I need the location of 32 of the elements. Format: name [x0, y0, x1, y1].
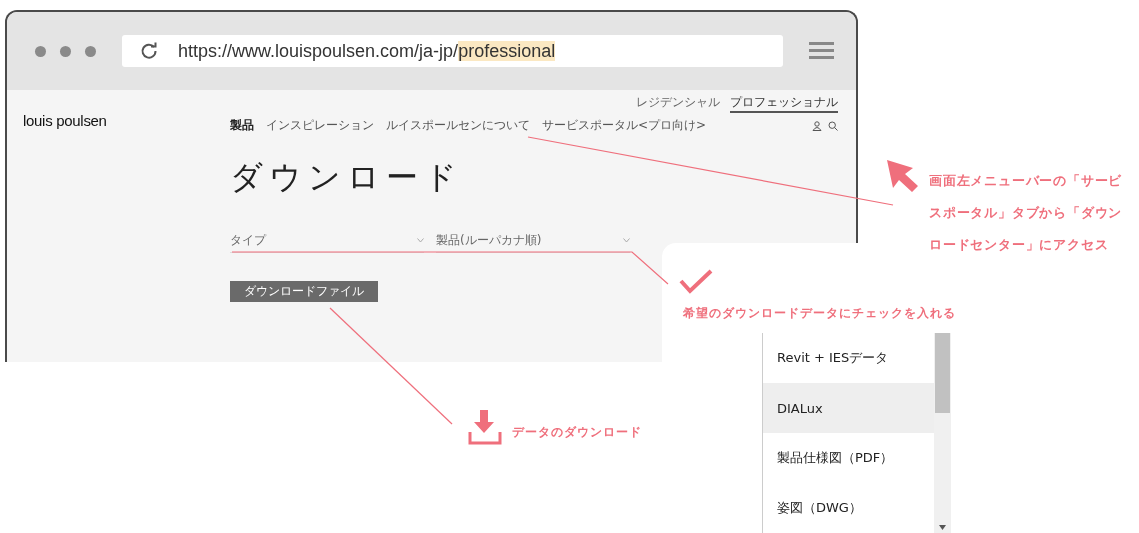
chevron-icon: [623, 238, 630, 243]
audience-tab[interactable]: プロフェッショナル: [730, 94, 838, 113]
select-field[interactable]: 製品(ルーパカナ順): [436, 232, 630, 253]
window-dot-icon: [85, 45, 96, 57]
nav-link[interactable]: 製品: [230, 117, 254, 134]
select-field[interactable]: タイプ: [230, 232, 424, 253]
user-icon[interactable]: [812, 120, 822, 131]
window-dot-icon: [35, 45, 46, 57]
audience-tab[interactable]: レジデンシャル: [636, 94, 720, 113]
nav-link[interactable]: ルイスポールセンについて: [386, 117, 530, 134]
reload-icon[interactable]: [140, 42, 158, 60]
cursor-arrow-icon: [887, 160, 918, 192]
annotation-text: 画面左メニューバーの「サービスポータル」タブから「ダウンロードセンター」にアクセス: [929, 172, 1124, 254]
scrollbar-thumb[interactable]: [935, 333, 950, 413]
chevron-icon: [417, 238, 424, 243]
search-icon[interactable]: [828, 120, 838, 131]
menu-icon[interactable]: [809, 42, 834, 60]
address-bar[interactable]: https://www.louispoulsen.com/ja-jp/professional: [122, 35, 783, 67]
scroll-down-icon[interactable]: [939, 525, 946, 530]
list-item[interactable]: DIALux: [763, 383, 934, 433]
url-text: https://www.louispoulsen.com/ja-jp/professional: [178, 40, 556, 62]
download-icon: [468, 410, 502, 445]
annotation-text: 希望のダウンロードデータにチェックを入れる: [683, 305, 956, 322]
page-title: ダウンロード: [230, 158, 463, 197]
nav-link[interactable]: インスピレーション: [266, 117, 374, 134]
logo[interactable]: louis poulsen: [23, 112, 230, 362]
annotation-text: データのダウンロード: [512, 424, 642, 441]
download-button[interactable]: ダウンロードファイル: [230, 281, 378, 302]
scrollbar[interactable]: [934, 333, 951, 533]
checkmark-icon: [679, 269, 713, 294]
window-dot-icon: [60, 45, 71, 57]
nav-link[interactable]: サービスポータル<プロ向け>: [542, 117, 707, 134]
